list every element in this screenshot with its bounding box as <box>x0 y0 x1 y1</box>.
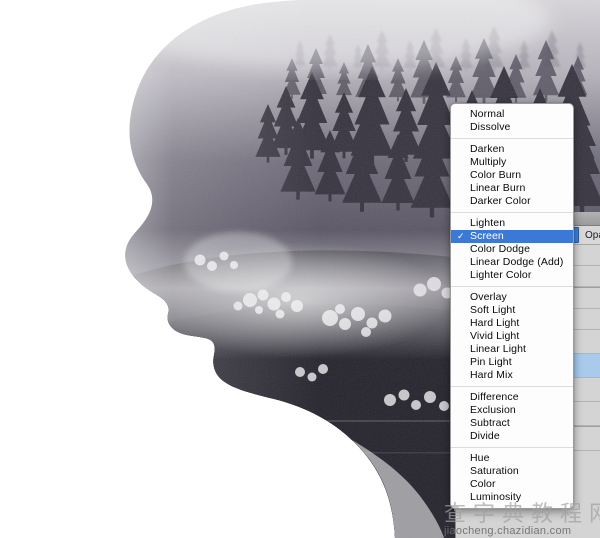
menu-item-darker-color[interactable]: Darker Color <box>451 195 573 208</box>
menu-item-subtract[interactable]: Subtract <box>451 417 573 430</box>
menu-item-divide[interactable]: Divide <box>451 430 573 443</box>
menu-item-label: Screen <box>470 230 504 242</box>
menu-item-pin-light[interactable]: Pin Light <box>451 356 573 369</box>
menu-separator <box>451 212 573 213</box>
menu-item-luminosity[interactable]: Luminosity <box>451 491 573 504</box>
menu-separator <box>451 286 573 287</box>
menu-separator <box>451 138 573 139</box>
menu-item-lighten[interactable]: Lighten <box>451 217 573 230</box>
menu-item-color-dodge[interactable]: Color Dodge <box>451 243 573 256</box>
menu-separator <box>451 447 573 448</box>
menu-item-difference[interactable]: Difference <box>451 391 573 404</box>
checkmark-icon: ✓ <box>457 231 465 241</box>
menu-item-normal[interactable]: Normal <box>451 108 573 121</box>
menu-item-color-burn[interactable]: Color Burn <box>451 169 573 182</box>
menu-item-linear-light[interactable]: Linear Light <box>451 343 573 356</box>
menu-item-hard-light[interactable]: Hard Light <box>451 317 573 330</box>
opacity-label: Opac <box>585 229 600 241</box>
menu-item-hue[interactable]: Hue <box>451 452 573 465</box>
menu-item-darken[interactable]: Darken <box>451 143 573 156</box>
menu-item-overlay[interactable]: Overlay <box>451 291 573 304</box>
menu-item-linear-dodge-add[interactable]: Linear Dodge (Add) <box>451 256 573 269</box>
menu-item-color[interactable]: Color <box>451 478 573 491</box>
menu-item-exclusion[interactable]: Exclusion <box>451 404 573 417</box>
menu-item-screen[interactable]: ✓ Screen <box>451 230 573 243</box>
menu-separator <box>451 386 573 387</box>
menu-item-soft-light[interactable]: Soft Light <box>451 304 573 317</box>
blend-mode-dropdown-menu[interactable]: Normal Dissolve Darken Multiply Color Bu… <box>450 103 574 509</box>
menu-item-dissolve[interactable]: Dissolve <box>451 121 573 134</box>
menu-item-saturation[interactable]: Saturation <box>451 465 573 478</box>
menu-item-lighter-color[interactable]: Lighter Color <box>451 269 573 282</box>
menu-item-multiply[interactable]: Multiply <box>451 156 573 169</box>
menu-item-vivid-light[interactable]: Vivid Light <box>451 330 573 343</box>
menu-item-linear-burn[interactable]: Linear Burn <box>451 182 573 195</box>
menu-item-hard-mix[interactable]: Hard Mix <box>451 369 573 382</box>
